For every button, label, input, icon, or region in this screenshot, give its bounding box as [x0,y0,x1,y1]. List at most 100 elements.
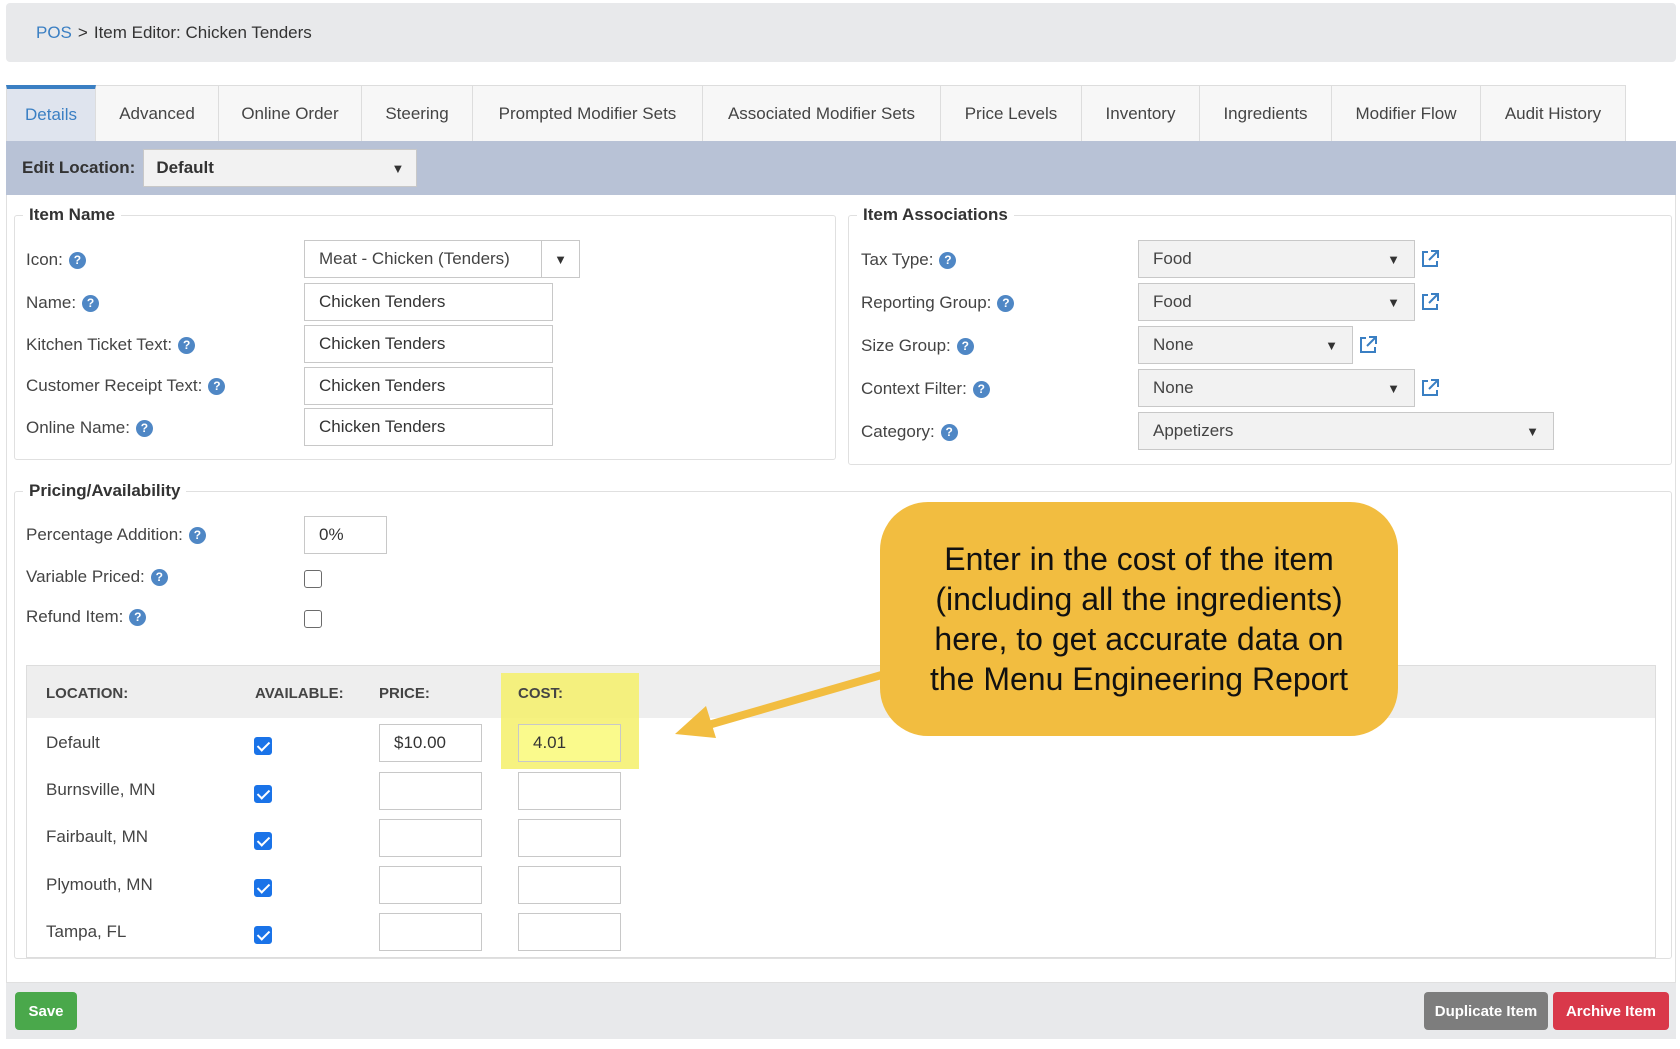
duplicate-item-button[interactable]: Duplicate Item [1424,992,1548,1030]
tax-type-select[interactable]: Food ▼ [1138,240,1415,278]
external-link-icon[interactable] [1420,249,1440,269]
price-input[interactable] [379,913,482,951]
question-circle-icon[interactable]: ? [68,251,86,269]
tax-type-value: Food [1153,249,1192,268]
caret-down-icon: ▼ [1387,380,1400,396]
edit-location-select[interactable]: Default ▼ [143,149,418,187]
question-circle-icon[interactable]: ? [939,251,957,269]
tab-modifier-flow[interactable]: Modifier Flow [1332,85,1481,141]
online-name-label: Online Name:? [26,418,153,438]
available-checkbox[interactable] [254,785,272,803]
question-circle-icon[interactable]: ? [135,419,153,437]
cost-column-header: COST: [518,685,563,702]
variable-priced-label: Variable Priced:? [26,567,168,587]
context-filter-select[interactable]: None ▼ [1138,369,1415,407]
customer-receipt-text-label: Customer Receipt Text:? [26,376,226,396]
available-checkbox[interactable] [254,879,272,897]
caret-down-icon: ▼ [1387,251,1400,267]
name-label: Name:? [26,293,100,313]
percentage-addition-label: Percentage Addition:? [26,525,206,545]
breadcrumb: POS > Item Editor: Chicken Tenders [6,3,1676,62]
available-checkbox[interactable] [254,737,272,755]
tab-steering[interactable]: Steering [362,85,473,141]
variable-priced-checkbox[interactable] [304,570,322,588]
tab-online-order[interactable]: Online Order [219,85,362,141]
category-value: Appetizers [1153,421,1234,440]
caret-down-icon: ▼ [391,160,405,176]
category-select[interactable]: Appetizers ▼ [1138,412,1554,450]
tax-type-label: Tax Type:? [861,250,957,270]
item-name-legend: Item Name [29,205,115,224]
archive-item-button[interactable]: Archive Item [1553,992,1669,1030]
price-input[interactable] [379,866,482,904]
question-circle-icon[interactable]: ? [178,336,196,354]
table-row-location: Burnsville, MN [46,780,156,799]
table-row-location: Tampa, FL [46,922,127,941]
breadcrumb-pos-link[interactable]: POS [36,23,72,43]
question-circle-icon[interactable]: ? [188,526,206,544]
name-input[interactable]: Chicken Tenders [304,283,553,321]
price-input[interactable] [379,819,482,857]
question-circle-icon[interactable]: ? [940,423,958,441]
edit-location-value: Default [156,158,214,177]
refund-item-checkbox[interactable] [304,610,322,628]
question-circle-icon[interactable]: ? [972,380,990,398]
cost-input[interactable] [518,866,621,904]
caret-down-icon: ▼ [1526,423,1539,439]
tab-inventory[interactable]: Inventory [1082,85,1200,141]
cost-input[interactable] [518,819,621,857]
table-row-location: Default [46,733,100,752]
callout-arrow-icon [675,670,887,738]
available-checkbox[interactable] [254,926,272,944]
size-group-select[interactable]: None ▼ [1138,326,1353,364]
save-button[interactable]: Save [15,992,77,1030]
question-circle-icon[interactable]: ? [129,608,147,626]
price-input[interactable]: $10.00 [379,724,482,762]
tab-audit-history[interactable]: Audit History [1481,85,1626,141]
table-row-location: Fairbault, MN [46,827,149,846]
size-group-value: None [1153,335,1194,354]
external-link-icon[interactable] [1420,292,1440,312]
price-input[interactable] [379,772,482,810]
context-filter-value: None [1153,378,1194,397]
pricing-availability-legend: Pricing/Availability [29,481,181,500]
percentage-addition-input[interactable]: 0% [304,516,387,554]
available-column-header: AVAILABLE: [255,685,344,702]
tab-details[interactable]: Details [6,85,96,141]
question-circle-icon[interactable]: ? [82,294,100,312]
category-label: Category:? [861,422,958,442]
caret-down-icon: ▼ [1325,337,1338,353]
cost-input[interactable] [518,772,621,810]
external-link-icon[interactable] [1358,335,1378,355]
annotation-callout: Enter in the cost of the item (including… [880,502,1398,736]
question-circle-icon[interactable]: ? [150,568,168,586]
external-link-icon[interactable] [1420,378,1440,398]
tab-associated-modifier-sets[interactable]: Associated Modifier Sets [703,85,941,141]
cost-input[interactable] [518,913,621,951]
kitchen-ticket-text-input[interactable]: Chicken Tenders [304,325,553,363]
reporting-group-select[interactable]: Food ▼ [1138,283,1415,321]
tab-ingredients[interactable]: Ingredients [1200,85,1332,141]
context-filter-label: Context Filter:? [861,379,990,399]
icon-label: Icon:? [26,250,86,270]
tab-advanced[interactable]: Advanced [96,85,219,141]
online-name-input[interactable]: Chicken Tenders [304,408,553,446]
reporting-group-value: Food [1153,292,1192,311]
edit-location-bar: Edit Location: Default ▼ [6,141,1676,195]
breadcrumb-current: Item Editor: Chicken Tenders [93,22,312,42]
question-circle-icon[interactable]: ? [956,337,974,355]
tab-prompted-modifier-sets[interactable]: Prompted Modifier Sets [473,85,703,141]
caret-down-icon: ▼ [541,241,567,277]
table-row-location: Plymouth, MN [46,875,153,894]
cost-input[interactable]: 4.01 [518,724,621,762]
icon-select[interactable]: Meat - Chicken (Tenders) ▼ [304,240,580,278]
price-column-header: PRICE: [379,685,430,702]
customer-receipt-text-input[interactable]: Chicken Tenders [304,367,553,405]
tab-price-levels[interactable]: Price Levels [941,85,1082,141]
action-bar: Save Duplicate Item Archive Item [6,983,1676,1039]
size-group-label: Size Group:? [861,336,974,356]
available-checkbox[interactable] [254,832,272,850]
location-column-header: LOCATION: [46,685,129,702]
question-circle-icon[interactable]: ? [997,294,1015,312]
question-circle-icon[interactable]: ? [208,377,226,395]
